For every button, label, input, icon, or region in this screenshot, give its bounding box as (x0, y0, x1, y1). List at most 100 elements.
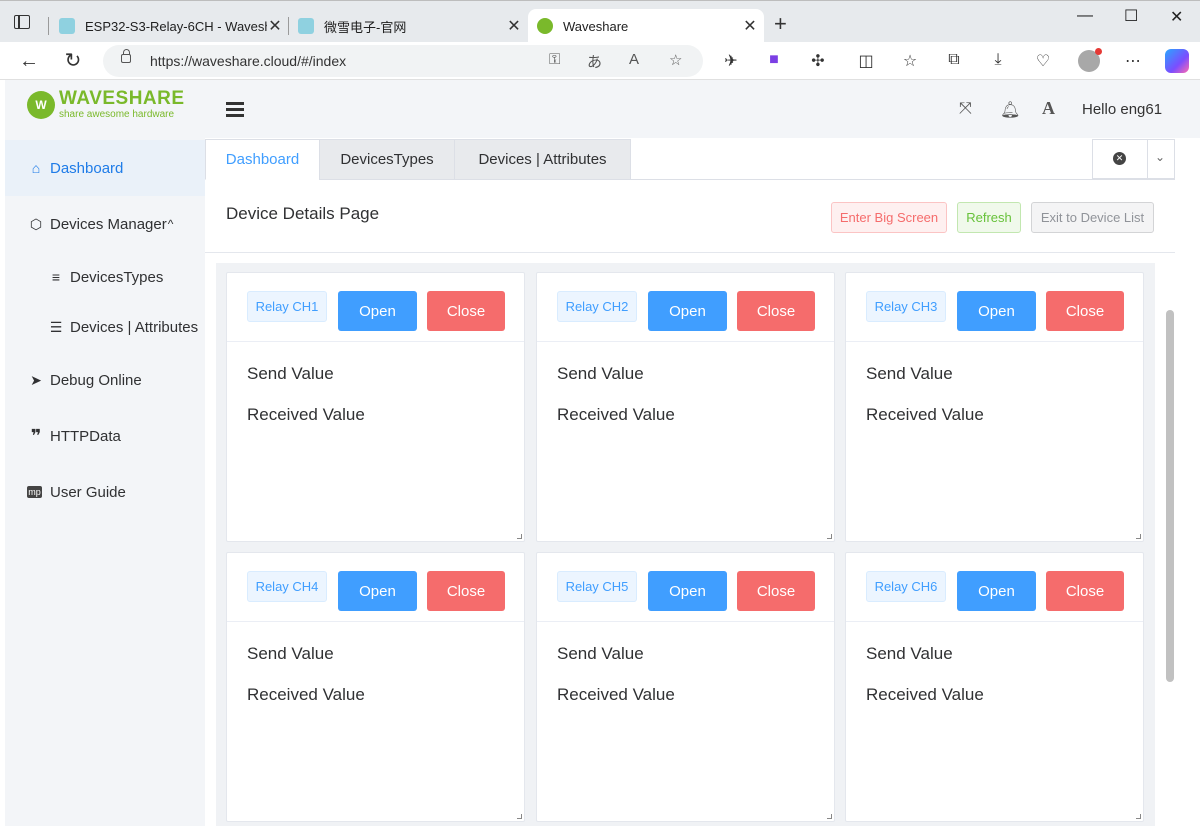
bell-icon[interactable]: 🔔︎ (1000, 100, 1020, 120)
open-relay-button[interactable]: Open (957, 571, 1036, 611)
send-value-label: Send Value (557, 364, 644, 383)
resize-handle-icon[interactable] (1136, 814, 1141, 819)
copilot-icon[interactable] (1165, 49, 1189, 73)
relay-card-grid: Relay CH1 Open Close Send Value Received… (216, 263, 1155, 826)
open-relay-button[interactable]: Open (957, 291, 1036, 331)
page-header: Device Details Page Enter Big Screen Ref… (205, 181, 1175, 253)
close-window-icon[interactable]: ✕ (1170, 7, 1183, 27)
browser-tab-waveshare[interactable]: Waveshare ✕ (528, 9, 764, 43)
new-tab-icon[interactable]: + (774, 13, 787, 35)
close-relay-button[interactable]: Close (1046, 571, 1124, 611)
sidebar-item-devices-manager[interactable]: ⬡ Devices Manager ^ (5, 196, 205, 252)
logo-name: WAVESHARE (59, 88, 185, 109)
close-tab-icon[interactable]: ✕ (742, 16, 758, 36)
sidebar-item-debug-online[interactable]: ➤ Debug Online (5, 352, 205, 408)
resize-handle-icon[interactable] (517, 534, 522, 539)
resize-handle-icon[interactable] (517, 814, 522, 819)
logo-tagline: share awesome hardware (59, 109, 175, 120)
resize-handle-icon[interactable] (827, 534, 832, 539)
chevron-down-icon[interactable]: ⌄ (1155, 150, 1165, 164)
close-tab-icon[interactable]: ✕ (506, 16, 522, 36)
menu-toggle-icon[interactable] (226, 102, 244, 117)
resize-handle-icon[interactable] (827, 814, 832, 819)
more-menu-icon[interactable]: ⋯ (1122, 51, 1144, 71)
received-value-label: Received Value (866, 685, 984, 704)
sidebar-item-devices-attributes[interactable]: ☰ Devices | Attributes (5, 299, 205, 355)
close-relay-button[interactable]: Close (427, 291, 505, 331)
close-relay-button[interactable]: Close (737, 291, 815, 331)
back-icon[interactable]: ← (16, 48, 42, 74)
refresh-button[interactable]: Refresh (957, 202, 1021, 233)
minimize-icon[interactable]: — (1077, 7, 1093, 25)
content-scrollbar[interactable] (1165, 273, 1175, 826)
browser-tab-esp32[interactable]: ESP32-S3-Relay-6CH - Waveshare ✕ (59, 9, 283, 43)
favorite-star-icon[interactable]: ☆ (669, 51, 682, 69)
address-bar[interactable]: https://waveshare.cloud/#/index ⚿ あ A ☆ (103, 45, 703, 77)
card-header: Relay CH5 Open Close (537, 553, 834, 622)
maximize-icon[interactable]: ☐ (1124, 6, 1138, 26)
extension-purple-icon[interactable]: ■ (763, 51, 785, 69)
relay-card-ch3: Relay CH3 Open Close Send Value Received… (845, 272, 1144, 542)
reload-icon[interactable]: ↻ (60, 48, 86, 74)
collections-icon[interactable]: ⧉ (943, 51, 965, 69)
relay-channel-tag: Relay CH3 (866, 291, 946, 322)
received-value-label: Received Value (866, 405, 984, 424)
close-tabs-icon[interactable]: ✕ (1113, 152, 1126, 165)
page-title: Device Details Page (226, 204, 380, 223)
tab-controls: ✕ ⌄ (1092, 139, 1175, 179)
open-relay-button[interactable]: Open (648, 571, 727, 611)
quote-icon: ❞ (30, 425, 42, 446)
card-header: Relay CH2 Open Close (537, 273, 834, 342)
tab-separator (48, 17, 49, 35)
sidebar-item-devicestypes[interactable]: ≡ DevicesTypes (5, 249, 205, 305)
browser-essentials-icon[interactable]: ♡ (1032, 51, 1054, 71)
tab-dashboard[interactable]: Dashboard (205, 139, 320, 180)
waveshare-logo-icon: W (27, 91, 55, 119)
relay-channel-tag: Relay CH2 (557, 291, 637, 322)
waveshare-favicon (59, 18, 75, 34)
send-icon: ➤ (30, 371, 42, 388)
app-root: W WAVESHARE share awesome hardware ⤧ 🔔︎ … (5, 80, 1200, 826)
read-aloud-icon[interactable]: A (629, 51, 639, 68)
font-size-icon[interactable]: A (1042, 98, 1055, 119)
tab-label: DevicesTypes (340, 151, 434, 168)
downloads-icon[interactable]: ⤓ (987, 51, 1009, 69)
close-relay-button[interactable]: Close (1046, 291, 1124, 331)
scrollbar-thumb[interactable] (1166, 310, 1174, 682)
exit-device-list-button[interactable]: Exit to Device List (1031, 202, 1154, 233)
extensions-icon[interactable]: ✣ (807, 51, 829, 71)
translate-icon[interactable]: あ (587, 51, 602, 72)
open-relay-button[interactable]: Open (338, 571, 417, 611)
enter-big-screen-button[interactable]: Enter Big Screen (831, 202, 947, 233)
favorites-icon[interactable]: ☆ (899, 51, 921, 71)
send-value-label: Send Value (247, 644, 334, 663)
close-relay-button[interactable]: Close (427, 571, 505, 611)
lock-icon (121, 49, 131, 63)
guide-icon: mp (27, 486, 42, 498)
close-relay-button[interactable]: Close (737, 571, 815, 611)
sidebar-item-label: DevicesTypes (70, 268, 164, 286)
resize-handle-icon[interactable] (1136, 534, 1141, 539)
send-value-label: Send Value (247, 364, 334, 383)
relay-channel-tag: Relay CH6 (866, 571, 946, 602)
sidebar-item-user-guide[interactable]: mp User Guide (5, 464, 205, 520)
sidebar-item-httpdata[interactable]: ❞ HTTPData (5, 408, 205, 464)
close-tab-icon[interactable]: ✕ (267, 16, 283, 36)
tab-separator (288, 17, 289, 35)
browser-tab-official[interactable]: 微雪电子-官网 ✕ (298, 9, 522, 43)
extension-bird-icon[interactable]: ✈ (720, 51, 742, 71)
key-icon[interactable]: ⚿ (549, 51, 560, 68)
profile-avatar[interactable] (1078, 48, 1102, 72)
open-relay-button[interactable]: Open (338, 291, 417, 331)
sidebar-item-dashboard[interactable]: ⌂ Dashboard (5, 140, 205, 196)
split-screen-icon[interactable]: ◫ (855, 51, 877, 71)
address-url: https://waveshare.cloud/#/index (150, 53, 347, 69)
fullscreen-icon[interactable]: ⤧ (959, 100, 972, 118)
relay-card-ch6: Relay CH6 Open Close Send Value Received… (845, 552, 1144, 822)
tab-devices-attributes[interactable]: Devices | Attributes (454, 139, 631, 180)
waveshare-logo[interactable]: W WAVESHARE share awesome hardware (27, 89, 185, 121)
user-greeting[interactable]: Hello eng61 (1082, 101, 1162, 118)
open-relay-button[interactable]: Open (648, 291, 727, 331)
tab-actions-icon[interactable] (14, 15, 30, 29)
tab-devicestypes[interactable]: DevicesTypes (319, 139, 455, 180)
